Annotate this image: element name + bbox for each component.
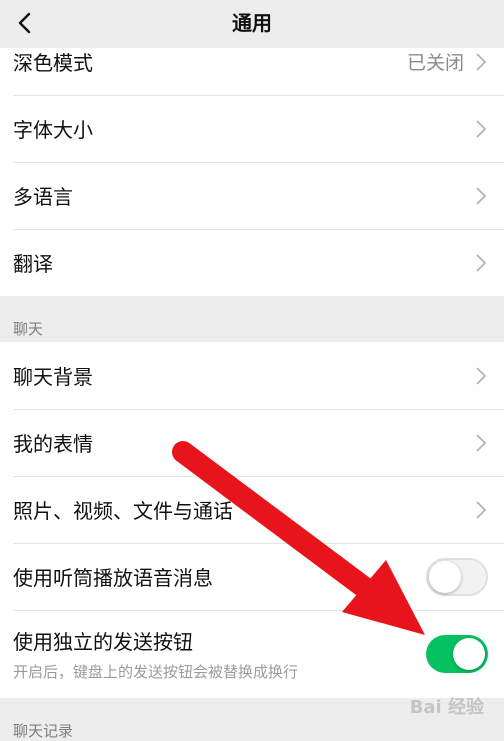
separate-send-text-block: 使用独立的发送按钮 开启后，键盘上的发送按钮会被替换成换行 xyxy=(13,626,298,682)
chevron-right-icon xyxy=(476,186,486,205)
chevron-right-icon xyxy=(476,52,486,71)
general-settings-group: 深色模式 已关闭 字体大小 多语言 翻译 xyxy=(0,28,504,296)
font-size-label: 字体大小 xyxy=(13,118,93,142)
watermark-logo: Bai 经验 xyxy=(409,697,484,718)
media-files-calls-label: 照片、视频、文件与通话 xyxy=(13,499,233,523)
separate-send-toggle[interactable] xyxy=(426,635,488,673)
chat-background-label: 聊天背景 xyxy=(13,365,93,389)
toggle-knob xyxy=(453,638,485,670)
translate-label: 翻译 xyxy=(13,252,53,276)
settings-row-my-stickers[interactable]: 我的表情 xyxy=(0,409,504,476)
settings-row-separate-send-button: 使用独立的发送按钮 开启后，键盘上的发送按钮会被替换成换行 xyxy=(0,610,504,698)
dark-mode-label: 深色模式 xyxy=(13,51,93,75)
navigation-bar: 通用 xyxy=(0,0,504,48)
dark-mode-value: 已关闭 xyxy=(406,52,464,74)
chevron-right-icon xyxy=(476,500,486,519)
page-title: 通用 xyxy=(232,11,272,35)
chevron-right-icon xyxy=(476,366,486,385)
section-header-chat-history: 聊天记录 xyxy=(13,722,74,740)
chevron-right-icon xyxy=(476,253,486,272)
earpiece-playback-label: 使用听筒播放语音消息 xyxy=(13,566,213,590)
settings-row-media-files-calls[interactable]: 照片、视频、文件与通话 xyxy=(0,476,504,543)
chat-settings-group: 聊天背景 我的表情 照片、视频、文件与通话 使用听筒播放语音消息 使用独立的发送… xyxy=(0,342,504,698)
settings-row-language[interactable]: 多语言 xyxy=(0,162,504,229)
earpiece-playback-toggle[interactable] xyxy=(426,558,488,596)
chevron-right-icon xyxy=(476,433,486,452)
my-stickers-label: 我的表情 xyxy=(13,432,93,456)
settings-row-font-size[interactable]: 字体大小 xyxy=(0,95,504,162)
section-header-chat: 聊天 xyxy=(13,320,44,338)
language-label: 多语言 xyxy=(13,185,73,209)
settings-row-chat-background[interactable]: 聊天背景 xyxy=(0,342,504,409)
settings-row-translate[interactable]: 翻译 xyxy=(0,229,504,296)
separate-send-description: 开启后，键盘上的发送按钮会被替换成换行 xyxy=(13,663,299,681)
settings-row-earpiece-playback: 使用听筒播放语音消息 xyxy=(0,543,504,610)
chevron-right-icon xyxy=(476,119,486,138)
separate-send-label: 使用独立的发送按钮 xyxy=(13,630,193,654)
toggle-knob xyxy=(429,561,461,593)
